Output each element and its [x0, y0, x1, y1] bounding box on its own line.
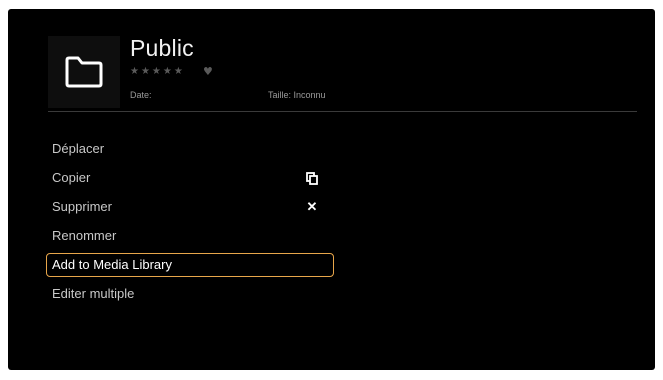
menu-item-label: Supprimer — [52, 199, 112, 214]
menu-item-copy[interactable]: Copier — [46, 166, 334, 190]
menu-item-label: Editer multiple — [52, 286, 135, 301]
folder-icon — [65, 56, 103, 88]
menu-item-move[interactable]: Déplacer — [46, 137, 334, 161]
menu-item-label: Déplacer — [52, 141, 105, 156]
menu-item-delete[interactable]: Supprimer ✕ — [46, 195, 334, 219]
close-icon: ✕ — [306, 199, 318, 214]
folder-thumbnail — [48, 36, 120, 108]
menu-item-edit-multiple[interactable]: Editer multiple — [46, 282, 334, 306]
menu-item-label: Add to Media Library — [52, 257, 172, 272]
menu-item-rename[interactable]: Renommer — [46, 224, 334, 248]
menu-item-add-to-media-library[interactable]: Add to Media Library — [46, 253, 334, 277]
rating-stars: ★★★★★ — [130, 66, 185, 77]
date-label: Date: — [130, 90, 152, 100]
heart-icon: ♥ — [203, 65, 213, 78]
menu-item-label: Renommer — [52, 228, 117, 243]
copy-icon — [304, 166, 320, 190]
divider — [48, 111, 637, 112]
page-title: Public — [130, 35, 194, 61]
menu-item-label: Copier — [52, 170, 91, 185]
size-label: Taille: Inconnu — [268, 90, 326, 100]
screen: Public ★★★★★ ♥ Date: Taille: Inconnu Dép… — [8, 9, 655, 370]
